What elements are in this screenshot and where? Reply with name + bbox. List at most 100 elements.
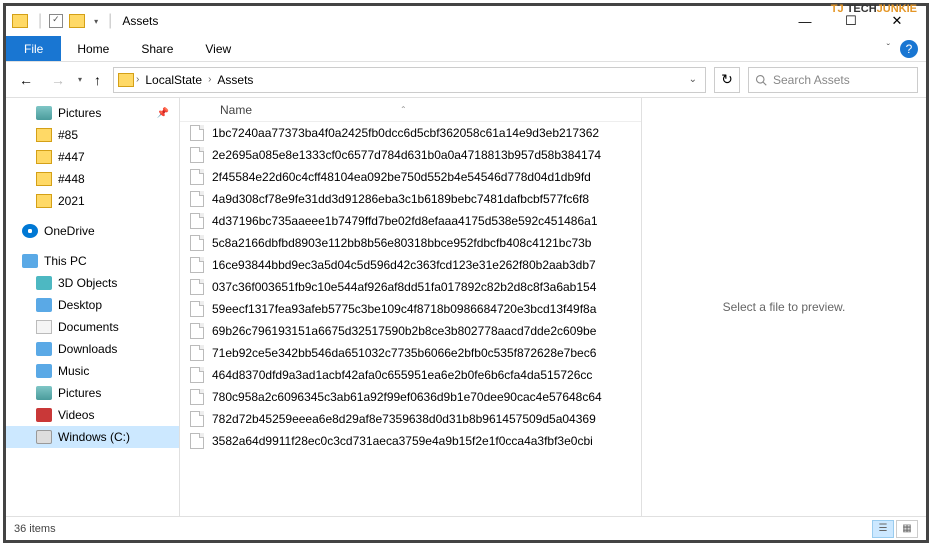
drive-icon [36,430,52,444]
sidebar-item-pictures[interactable]: Pictures📌 [6,102,179,124]
video-icon [36,408,52,422]
address-dropdown-icon[interactable]: ⌄ [685,74,701,85]
onedrive-icon [22,224,38,238]
up-button[interactable]: ↑ [90,72,105,88]
sidebar-item-downloads[interactable]: Downloads [6,338,179,360]
file-icon [190,301,204,317]
file-icon [190,257,204,273]
breadcrumb-item[interactable]: Assets [213,73,257,87]
desktop-icon [36,298,52,312]
file-rows-container[interactable]: 1bc7240aa77373ba4f0a2425fb0dcc6d5cbf3620… [180,122,641,516]
file-row[interactable]: 2e2695a085e8e1333cf0c6577d784d631b0a0a47… [180,144,641,166]
file-row[interactable]: 3582a64d9911f28ec0c3cd731aeca3759e4a9b15… [180,430,641,452]
sidebar-item-folder[interactable]: #85 [6,124,179,146]
file-icon [190,125,204,141]
file-row[interactable]: 782d72b45259eeea6e8d29af8e7359638d0d31b8… [180,408,641,430]
file-row[interactable]: 59eecf1317fea93afeb5775c3be109c4f8718b09… [180,298,641,320]
sidebar-item-desktop[interactable]: Desktop [6,294,179,316]
sidebar-item-3dobjects[interactable]: 3D Objects [6,272,179,294]
file-row[interactable]: 4a9d308cf78e9fe31dd3d91286eba3c1b6189beb… [180,188,641,210]
sidebar-item-folder[interactable]: #448 [6,168,179,190]
sidebar-item-documents[interactable]: Documents [6,316,179,338]
history-dropdown-icon[interactable]: ▾ [78,75,82,84]
file-icon [190,147,204,163]
titlebar: | ▾ | Assets — ☐ ✕ [6,6,926,36]
watermark: TJ TECHJUNKIE [831,3,917,15]
breadcrumb-item[interactable]: LocalState [141,73,206,87]
file-icon [190,411,204,427]
file-icon [190,169,204,185]
file-icon [190,345,204,361]
sidebar-item-videos[interactable]: Videos [6,404,179,426]
file-icon [190,323,204,339]
sidebar-item-drive-c[interactable]: Windows (C:) [6,426,179,448]
file-row[interactable]: 780c958a2c6096345c3ab61a92f99ef0636d9b1e… [180,386,641,408]
address-bar[interactable]: › LocalState › Assets ⌄ [113,67,706,93]
sidebar-item-thispc[interactable]: This PC [6,250,179,272]
tab-file[interactable]: File [6,36,61,61]
folder-icon [36,150,52,164]
search-icon [755,74,767,86]
chevron-right-icon[interactable]: › [136,74,139,85]
window: | ▾ | Assets — ☐ ✕ File Home Share View … [3,3,929,543]
file-row[interactable]: 16ce93844bbd9ec3a5d04c5d596d42c363fcd123… [180,254,641,276]
file-row[interactable]: 71eb92ce5e342bb546da651032c7735b6066e2bf… [180,342,641,364]
file-icon [190,279,204,295]
qat-dropdown-icon[interactable]: ▾ [94,17,98,26]
pin-icon: 📌 [157,108,169,119]
3dobjects-icon [36,276,52,290]
file-row[interactable]: 2f45584e22d60c4cff48104ea092be750d552b4e… [180,166,641,188]
sidebar-item-folder[interactable]: #447 [6,146,179,168]
file-icon [190,235,204,251]
thispc-icon [22,254,38,268]
ribbon-expand-icon[interactable]: ˇ [887,43,890,54]
sidebar-item-onedrive[interactable]: OneDrive [6,220,179,242]
separator: | [38,12,42,30]
refresh-button[interactable]: ↻ [714,67,740,93]
folder-icon [36,128,52,142]
navigation-bar: ← → ▾ ↑ › LocalState › Assets ⌄ ↻ Search… [6,62,926,98]
window-title: Assets [122,14,158,28]
forward-button[interactable]: → [46,68,70,92]
sidebar-item-folder[interactable]: 2021 [6,190,179,212]
file-row[interactable]: 4d37196bc735aaeee1b7479ffd7be02fd8efaaa4… [180,210,641,232]
preview-message: Select a file to preview. [723,300,846,314]
tab-home[interactable]: Home [61,36,125,61]
documents-icon [36,320,52,334]
tab-view[interactable]: View [189,36,247,61]
file-row[interactable]: 464d8370dfd9a3ad1acbf42afa0c655951ea6e2b… [180,364,641,386]
sidebar-item-pictures-lib[interactable]: Pictures [6,382,179,404]
folder-icon [36,194,52,208]
file-row[interactable]: 69b26c796193151a6675d32517590b2b8ce3b802… [180,320,641,342]
preview-pane: Select a file to preview. [641,98,926,516]
details-view-button[interactable]: ☰ [872,520,894,538]
chevron-right-icon[interactable]: › [208,74,211,85]
music-icon [36,364,52,378]
folder-icon [12,14,28,28]
file-icon [190,433,204,449]
qat-properties-icon[interactable] [49,14,63,28]
file-row[interactable]: 1bc7240aa77373ba4f0a2425fb0dcc6d5cbf3620… [180,122,641,144]
back-button[interactable]: ← [14,68,38,92]
search-placeholder: Search Assets [773,73,850,87]
file-row[interactable]: 037c36f003651fb9c10e544af926af8dd51fa017… [180,276,641,298]
file-list: Name ⌃ 1bc7240aa77373ba4f0a2425fb0dcc6d5… [180,98,641,516]
column-name[interactable]: Name [220,103,252,117]
file-icon [190,367,204,383]
qat-newfolder-icon[interactable] [69,14,85,28]
column-headers[interactable]: Name ⌃ [180,98,641,122]
thumbnails-view-button[interactable]: ▦ [896,520,918,538]
search-input[interactable]: Search Assets [748,67,918,93]
help-button[interactable]: ? [900,40,918,58]
file-icon [190,213,204,229]
pictures-icon [36,386,52,400]
file-icon [190,191,204,207]
folder-icon [118,73,134,87]
minimize-button[interactable]: — [782,6,828,36]
tab-share[interactable]: Share [125,36,189,61]
folder-icon [36,172,52,186]
navigation-pane[interactable]: Pictures📌 #85 #447 #448 2021 OneDrive Th… [6,98,180,516]
sidebar-item-music[interactable]: Music [6,360,179,382]
status-bar: 36 items ☰ ▦ [6,516,926,540]
file-row[interactable]: 5c8a2166dbfbd8903e112bb8b56e80318bbce952… [180,232,641,254]
